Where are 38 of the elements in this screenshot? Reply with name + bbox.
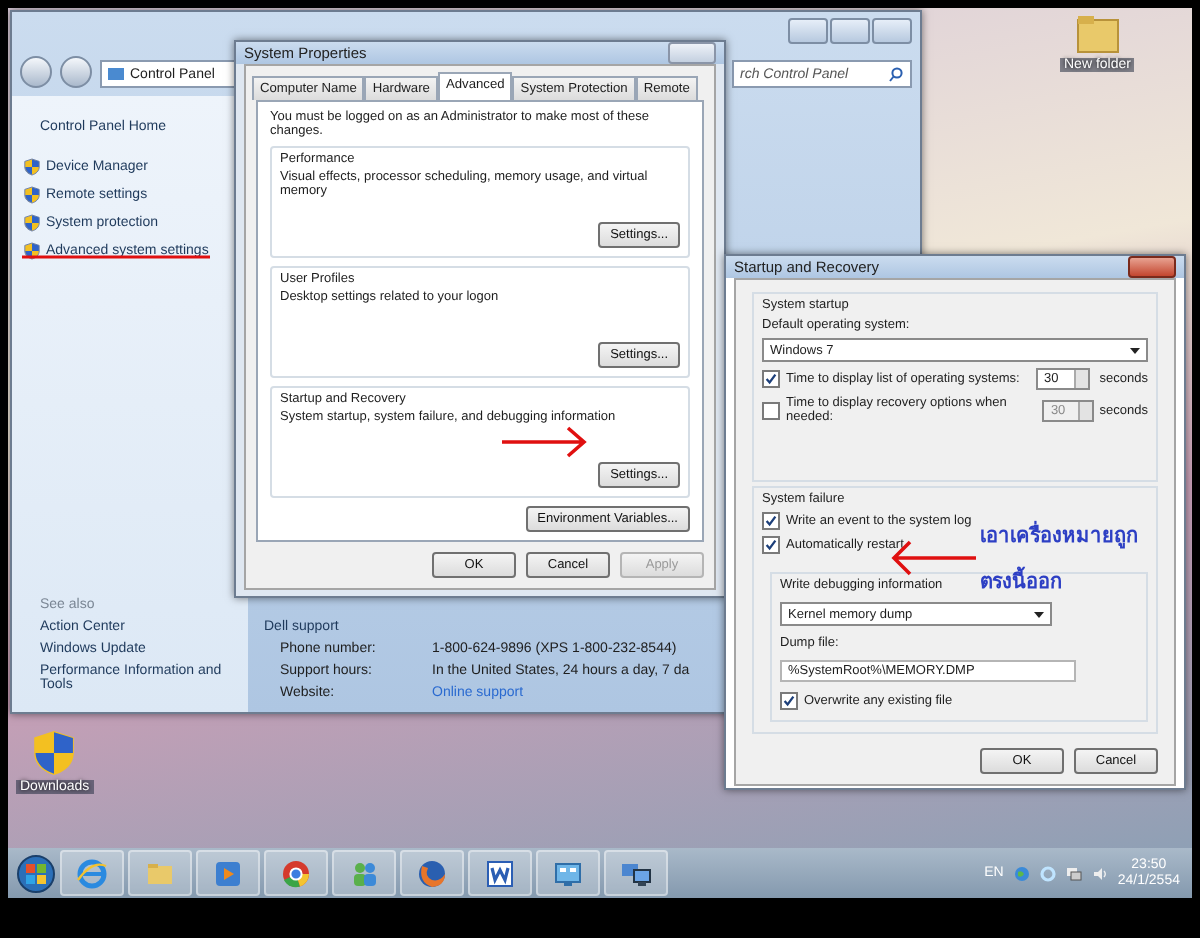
forward-button[interactable] [60, 56, 92, 88]
close-button[interactable] [668, 42, 716, 64]
shield-icon[interactable] [32, 728, 77, 778]
taskbar-app-button[interactable] [468, 850, 532, 896]
dropdown-caret-icon[interactable] [1034, 611, 1044, 617]
close-button[interactable] [872, 18, 912, 44]
ring-icon[interactable] [1039, 865, 1056, 881]
back-button[interactable] [20, 56, 52, 88]
speaker-icon[interactable] [1091, 865, 1108, 881]
start-button[interactable] [16, 853, 56, 893]
close-button[interactable] [1128, 256, 1176, 278]
maximize-button[interactable] [830, 18, 870, 44]
control-panel-icon [108, 66, 124, 82]
browser-e-icon [76, 857, 108, 889]
checkbox[interactable] [762, 512, 780, 530]
fox-browser-icon [416, 857, 448, 889]
checkbox[interactable] [762, 536, 780, 554]
play-icon [212, 857, 244, 889]
search-icon [888, 66, 904, 82]
taskbar-app-button[interactable] [400, 850, 464, 896]
network-icon[interactable] [1065, 865, 1082, 881]
shield-icon [24, 241, 40, 259]
shield-icon [24, 185, 40, 203]
annotation-text: ตรงนี้ออก [980, 566, 1062, 596]
monitor-icon [552, 857, 584, 889]
people-icon [348, 857, 380, 889]
annotation-text: เอาเครื่องหมายถูก [980, 520, 1138, 550]
checkbox[interactable] [762, 370, 780, 388]
folder-icon[interactable] [1073, 12, 1122, 56]
dropdown-caret-icon[interactable] [1130, 347, 1140, 353]
round-browser-icon [280, 857, 312, 889]
w-document-icon [484, 857, 516, 889]
pointer-arrow [500, 426, 588, 458]
minimize-button[interactable] [788, 18, 828, 44]
taskbar-app-button[interactable] [604, 850, 668, 896]
shield-icon [24, 213, 40, 231]
shield-icon [24, 157, 40, 175]
checkbox[interactable] [780, 692, 798, 710]
